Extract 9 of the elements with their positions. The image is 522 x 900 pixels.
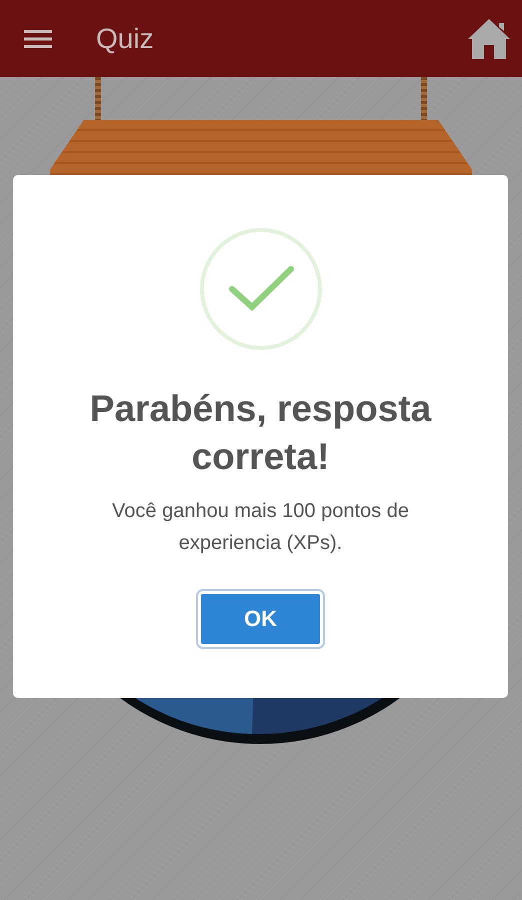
menu-icon[interactable] <box>24 28 52 48</box>
ok-button[interactable]: OK <box>198 591 323 648</box>
checkmark-icon <box>198 227 322 351</box>
home-icon[interactable] <box>466 16 512 60</box>
app-title: Quiz <box>96 22 155 54</box>
dialog-title: Parabéns, resposta correta! <box>88 387 432 480</box>
rope <box>95 77 101 120</box>
rope <box>421 77 427 120</box>
dialog-message: Você ganhou mais 100 pontos de experiencia (XPs). <box>111 499 410 556</box>
